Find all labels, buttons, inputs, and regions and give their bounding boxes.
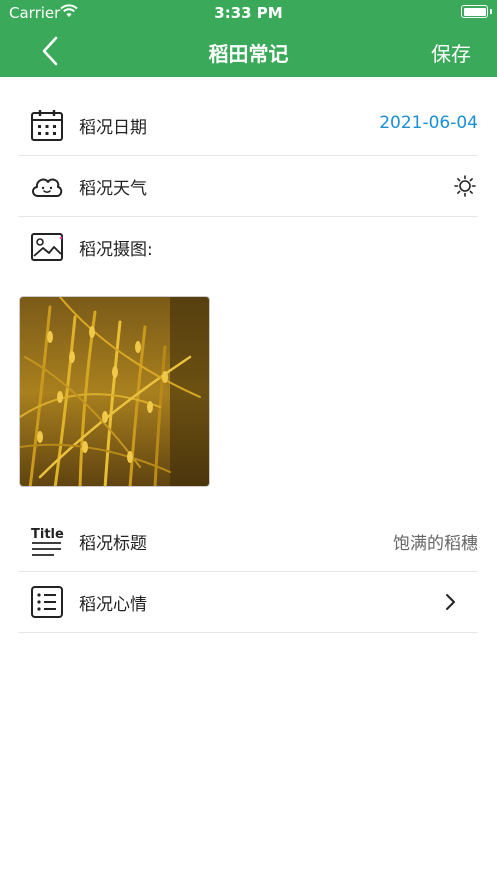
date-label: 稻况日期	[79, 118, 147, 138]
title-value[interactable]: 饱满的稻穗	[393, 529, 478, 554]
sun-icon[interactable]	[454, 175, 476, 197]
save-button[interactable]: 保存	[431, 38, 471, 67]
status-bar: Carrier 3:33 PM	[0, 0, 497, 26]
battery-icon	[461, 5, 488, 18]
title-row[interactable]: Title 稻况标题 饱满的稻穗	[18, 511, 478, 572]
mood-label: 稻况心情	[79, 595, 147, 615]
photo-row: 稻况摄图:	[18, 217, 478, 278]
list-icon	[31, 586, 63, 618]
date-row[interactable]: 稻况日期 2021-06-04	[18, 95, 478, 156]
mood-row[interactable]: 稻况心情	[18, 572, 478, 633]
rice-field-photo[interactable]	[19, 296, 210, 487]
photo-label: 稻况摄图:	[79, 240, 153, 260]
page-title: 稻田常记	[208, 42, 289, 66]
weather-label: 稻况天气	[79, 179, 147, 199]
header: Carrier 3:33 PM 稻田常记 保存	[0, 0, 497, 77]
nav-bar: 稻田常记 保存	[0, 26, 497, 77]
chevron-right-icon[interactable]	[444, 593, 456, 611]
cloud-icon	[32, 178, 63, 197]
svg-text:Title: Title	[31, 527, 64, 542]
image-icon	[31, 233, 63, 261]
calendar-icon	[31, 110, 63, 141]
title-label: 稻况标题	[79, 534, 147, 554]
status-time: 3:33 PM	[214, 4, 283, 22]
date-value[interactable]: 2021-06-04	[379, 113, 478, 133]
weather-row[interactable]: 稻况天气	[18, 156, 478, 217]
rice-field-image	[20, 297, 209, 486]
title-text-icon: Title	[31, 527, 64, 556]
